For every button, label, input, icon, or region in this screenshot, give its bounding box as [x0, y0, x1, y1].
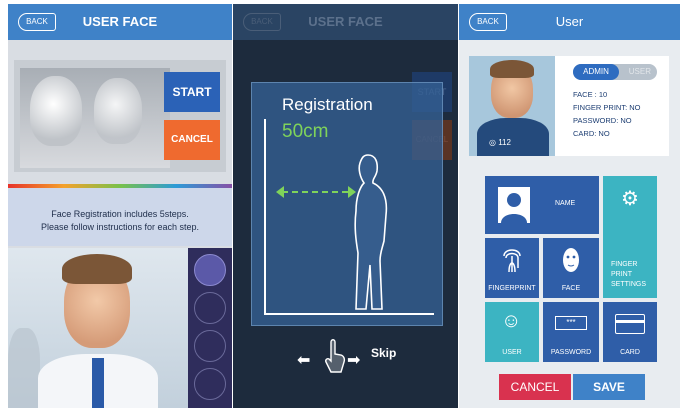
- floor-line: [264, 313, 434, 315]
- person-tie: [92, 358, 104, 408]
- face-icon: [563, 248, 579, 272]
- skip-control[interactable]: ⬅ ➡ Skip: [293, 336, 413, 376]
- header-bar: BACK User: [459, 4, 680, 40]
- save-button[interactable]: SAVE: [573, 374, 645, 400]
- role-toggle[interactable]: ADMIN USER: [573, 64, 657, 80]
- fingerprint-settings-label: FINGER PRINT SETTINGS: [611, 261, 647, 288]
- dimmed-header: BACK USER FACE: [233, 4, 458, 40]
- card-status: CARD: NO: [573, 129, 610, 138]
- photo-count-value: 112: [498, 138, 511, 147]
- face-tile-label: FACE: [561, 285, 581, 292]
- face-tile[interactable]: FACE: [543, 238, 599, 298]
- user-summary-card: ◎ 112 ADMIN USER FACE : 10 FINGER PRINT:…: [469, 56, 669, 156]
- background-person: [8, 328, 40, 408]
- user-option[interactable]: USER: [629, 64, 651, 80]
- header-bar: BACK USER FACE: [8, 4, 232, 40]
- user-silhouette-icon: [498, 187, 530, 223]
- card-tile-label: CARD: [620, 349, 640, 356]
- photo-count: ◎ 112: [489, 138, 511, 147]
- instruction-band: Face Registration includes 5steps. Pleas…: [8, 188, 232, 246]
- screenshot-collage: BACK USER FACE START CANCEL Face Registr…: [0, 0, 688, 408]
- password-dots-icon: ***: [555, 316, 587, 330]
- camera-preview: [8, 248, 188, 408]
- page-title: User: [555, 14, 584, 29]
- skip-label[interactable]: Skip: [371, 346, 396, 360]
- face-model-preview: [20, 68, 170, 168]
- device-line: [264, 119, 266, 315]
- cancel-button[interactable]: CANCEL: [499, 374, 571, 400]
- angle-step-1-icon[interactable]: [194, 254, 226, 286]
- face-scan-card: START CANCEL: [14, 60, 226, 172]
- face-model-front-icon: [30, 76, 82, 146]
- fingerprint-tile-label: FINGERPRINT: [488, 285, 536, 292]
- angle-step-3-icon[interactable]: [194, 330, 226, 362]
- card-icon: [615, 314, 645, 334]
- name-tile-label: NAME: [555, 200, 576, 207]
- registration-title: Registration: [282, 95, 373, 114]
- hand-swipe-icon: [325, 339, 346, 373]
- instruction-line-1: Face Registration includes 5steps.: [51, 209, 189, 219]
- person-shirt: [477, 118, 549, 156]
- distance-value: 50cm: [282, 121, 329, 142]
- password-tile[interactable]: *** PASSWORD: [543, 302, 599, 362]
- user-icon: ☺: [501, 310, 522, 332]
- face-model-side-icon: [94, 78, 142, 144]
- distance-dashed-line: [282, 191, 348, 193]
- admin-option[interactable]: ADMIN: [573, 64, 619, 80]
- fingerprint-icon: [503, 249, 521, 273]
- user-details-screen: BACK User ◎ 112 ADMIN USER FACE : 10 FIN…: [459, 4, 680, 408]
- instruction-text: Face Registration includes 5steps. Pleas…: [8, 208, 232, 234]
- face-angle-steps: [188, 248, 232, 408]
- angle-step-2-icon[interactable]: [194, 292, 226, 324]
- fingerprint-tile[interactable]: FINGERPRINT: [485, 238, 539, 298]
- password-status: PASSWORD: NO: [573, 116, 632, 125]
- user-tile-label: USER: [502, 349, 522, 356]
- dimmed-title: USER FACE: [308, 14, 383, 29]
- user-face-screen: BACK USER FACE START CANCEL Face Registr…: [8, 4, 232, 408]
- registration-overlay-screen: BACK USER FACE START CANCEL Registration…: [233, 4, 458, 408]
- card-tile[interactable]: CARD: [603, 302, 657, 362]
- gear-icon: ⚙: [621, 188, 639, 210]
- person-hair: [62, 254, 132, 284]
- swipe-left-icon: ⬅: [297, 352, 311, 369]
- angle-step-4-icon[interactable]: [194, 368, 226, 400]
- instruction-line-2: Please follow instructions for each step…: [40, 222, 200, 232]
- standing-person-icon: [354, 154, 388, 310]
- cancel-button[interactable]: CANCEL: [164, 120, 220, 160]
- person-hair: [490, 60, 534, 78]
- user-tile[interactable]: ☺ USER: [485, 302, 539, 362]
- password-tile-label: PASSWORD: [550, 349, 592, 356]
- swipe-right-icon: ➡: [347, 352, 361, 369]
- start-button[interactable]: START: [164, 72, 220, 112]
- name-tile[interactable]: NAME: [485, 176, 599, 234]
- user-photo: ◎ 112: [469, 56, 555, 156]
- fingerprint-status: FINGER PRINT: NO: [573, 103, 641, 112]
- page-title: USER FACE: [82, 14, 158, 29]
- fingerprint-settings-tile[interactable]: ⚙ FINGER PRINT SETTINGS: [603, 176, 657, 298]
- registration-guide: Registration 50cm: [251, 82, 443, 326]
- face-count: FACE : 10: [573, 90, 608, 99]
